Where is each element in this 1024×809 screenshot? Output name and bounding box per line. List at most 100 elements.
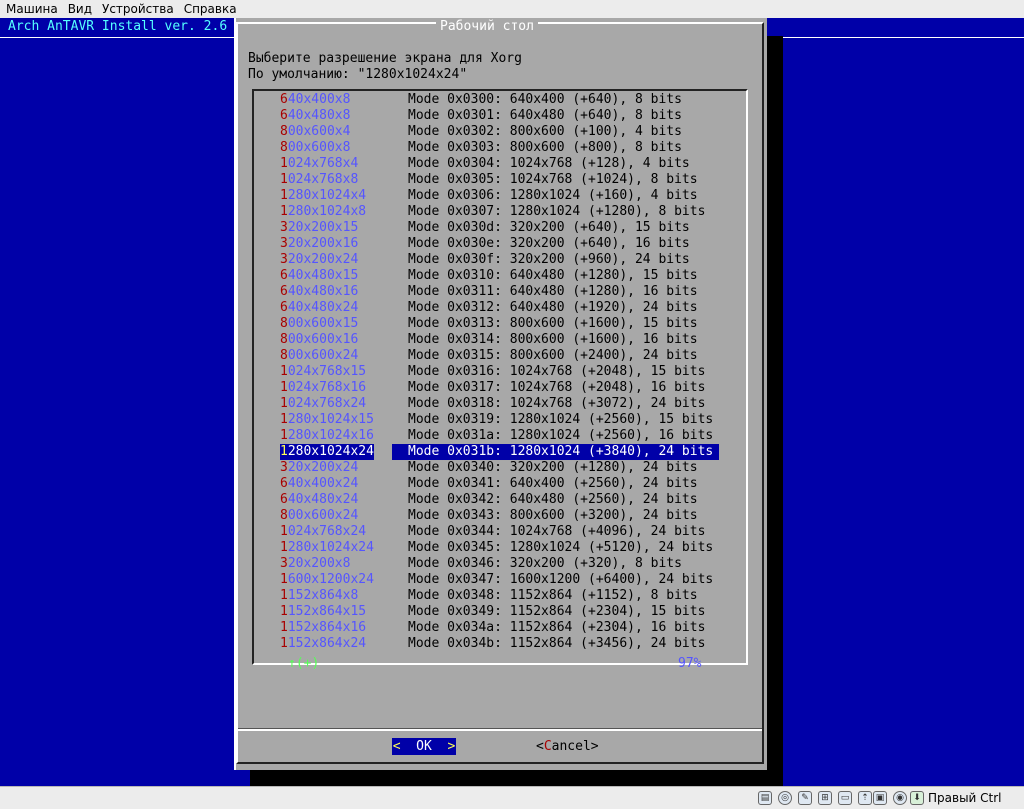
hdd-icon[interactable]: ▤ bbox=[758, 791, 772, 805]
list-item[interactable]: 1280x1024x4 Mode 0x0306: 1280x1024 (+160)… bbox=[0, 188, 1024, 204]
list-item[interactable]: 1152x864x24 Mode 0x034b: 1152x864 (+3456)… bbox=[0, 636, 1024, 652]
mode-description: Mode 0x0347: 1600x1200 (+6400), 24 bits bbox=[408, 572, 714, 587]
dialog-title: Рабочий стол bbox=[436, 18, 538, 35]
mode-tag: 640x480x8 bbox=[280, 108, 350, 124]
mode-tag: 800x600x4 bbox=[280, 124, 350, 140]
list-item[interactable]: 800x600x16 Mode 0x0314: 800x600 (+1600), … bbox=[0, 332, 1024, 348]
mode-description: Mode 0x0304: 1024x768 (+128), 4 bits bbox=[408, 156, 690, 171]
mode-description: Mode 0x0301: 640x480 (+640), 8 bits bbox=[408, 108, 682, 123]
list-item[interactable]: 640x400x8 Mode 0x0300: 640x400 (+640), 8 … bbox=[0, 92, 1024, 108]
mode-description: Mode 0x030d: 320x200 (+640), 15 bits bbox=[408, 220, 690, 235]
mode-tag: 640x480x16 bbox=[280, 284, 358, 300]
mode-tag-hotkey: 1 bbox=[280, 188, 288, 203]
mode-tag-text: 600x1200x24 bbox=[287, 572, 374, 587]
mode-description: Mode 0x0302: 800x600 (+100), 4 bits bbox=[408, 124, 682, 139]
mode-tag-text: 00x600x15 bbox=[287, 316, 359, 331]
list-item[interactable]: 640x480x8 Mode 0x0301: 640x480 (+640), 8 … bbox=[0, 108, 1024, 124]
ok-bracket-left: < bbox=[392, 739, 401, 754]
list-item[interactable]: 1024x768x15 Mode 0x0316: 1024x768 (+2048)… bbox=[0, 364, 1024, 380]
cancel-hotkey: C bbox=[543, 739, 552, 754]
mode-tag: 1280x1024x24 bbox=[280, 444, 374, 460]
mode-tag: 320x200x8 bbox=[280, 556, 350, 572]
mode-description: Mode 0x0303: 800x600 (+800), 8 bits bbox=[408, 140, 682, 155]
menu-bar: Машина Вид Устройства Справка bbox=[0, 0, 1024, 19]
mode-tag-hotkey: 1 bbox=[280, 428, 288, 443]
list-item[interactable]: 640x480x16 Mode 0x0311: 640x480 (+1280), … bbox=[0, 284, 1024, 300]
mode-tag-hotkey: 8 bbox=[280, 140, 288, 155]
list-item[interactable]: 1280x1024x8 Mode 0x0307: 1280x1024 (+1280… bbox=[0, 204, 1024, 220]
cd-icon[interactable]: ◎ bbox=[778, 791, 792, 805]
menu-view[interactable]: Вид bbox=[62, 0, 96, 18]
prompt-line-1: Выберите разрешение экрана для Xorg bbox=[248, 51, 522, 66]
mode-tag: 320x200x16 bbox=[280, 236, 358, 252]
mode-tag-hotkey: 1 bbox=[280, 572, 288, 587]
list-item[interactable]: 320x200x16 Mode 0x030e: 320x200 (+640), 1… bbox=[0, 236, 1024, 252]
mode-tag-text: 20x200x8 bbox=[287, 556, 351, 571]
monitor-icon[interactable]: ▣ bbox=[873, 791, 887, 805]
prompt-line-2: По умолчанию: "1280x1024x24" bbox=[248, 67, 468, 82]
menu-devices[interactable]: Устройства bbox=[96, 0, 178, 18]
ok-button[interactable]: < OK > bbox=[392, 738, 456, 755]
list-item-selected[interactable]: 1280x1024x24 Mode 0x031b: 1280x1024 (+384… bbox=[0, 444, 1024, 460]
status-bar: ▤ ◎ ✎ ⊞ ▭ ⇡ ▣ ◉ ⬇ Правый Ctrl bbox=[0, 786, 1024, 809]
vm-screen[interactable]: Arch AnTAVR Install ver. 2.6 рр Рабочий … bbox=[0, 18, 1024, 786]
list-item[interactable]: 1024x768x16 Mode 0x0317: 1024x768 (+2048)… bbox=[0, 380, 1024, 396]
pen-icon[interactable]: ✎ bbox=[798, 791, 812, 805]
mode-description: Mode 0x034b: 1152x864 (+3456), 24 bits bbox=[408, 636, 706, 651]
mode-tag-hotkey: 6 bbox=[280, 300, 288, 315]
mode-description: Mode 0x030e: 320x200 (+640), 16 bits bbox=[408, 236, 690, 251]
list-item[interactable]: 1280x1024x15 Mode 0x0319: 1280x1024 (+256… bbox=[0, 412, 1024, 428]
arrow-down-icon[interactable]: ⬇ bbox=[910, 791, 924, 805]
list-item[interactable]: 800x600x4 Mode 0x0302: 800x600 (+100), 4 … bbox=[0, 124, 1024, 140]
list-item[interactable]: 1600x1200x24 Mode 0x0347: 1600x1200 (+640… bbox=[0, 572, 1024, 588]
list-item[interactable]: 1024x768x24 Mode 0x0344: 1024x768 (+4096)… bbox=[0, 524, 1024, 540]
list-item[interactable]: 800x600x8 Mode 0x0303: 800x600 (+800), 8 … bbox=[0, 140, 1024, 156]
list-item[interactable]: 800x600x24 Mode 0x0315: 800x600 (+2400), … bbox=[0, 348, 1024, 364]
list-item[interactable]: 1024x768x4 Mode 0x0304: 1024x768 (+128), … bbox=[0, 156, 1024, 172]
list-item[interactable]: 1280x1024x16 Mode 0x031a: 1280x1024 (+256… bbox=[0, 428, 1024, 444]
mode-tag: 1024x768x4 bbox=[280, 156, 358, 172]
mode-tag-hotkey: 1 bbox=[280, 412, 288, 427]
mode-tag-hotkey: 8 bbox=[280, 316, 288, 331]
list-item[interactable]: 800x600x24 Mode 0x0343: 800x600 (+3200), … bbox=[0, 508, 1024, 524]
mode-description: Mode 0x0315: 800x600 (+2400), 24 bits bbox=[408, 348, 698, 363]
list-item[interactable]: 320x200x24 Mode 0x0340: 320x200 (+1280), … bbox=[0, 460, 1024, 476]
host-key-label: Правый Ctrl bbox=[928, 791, 1002, 805]
mode-tag-hotkey: 3 bbox=[280, 252, 288, 267]
list-item[interactable]: 320x200x15 Mode 0x030d: 320x200 (+640), 1… bbox=[0, 220, 1024, 236]
mode-description: Mode 0x0307: 1280x1024 (+1280), 8 bits bbox=[408, 204, 706, 219]
mode-tag-hotkey: 3 bbox=[280, 556, 288, 571]
list-item[interactable]: 1024x768x8 Mode 0x0305: 1024x768 (+1024),… bbox=[0, 172, 1024, 188]
menu-machine[interactable]: Машина bbox=[0, 0, 62, 18]
mode-tag-text: 20x200x24 bbox=[287, 252, 359, 267]
menu-help[interactable]: Справка bbox=[178, 0, 241, 18]
mode-description: Mode 0x0312: 640x480 (+1920), 24 bits bbox=[408, 300, 698, 315]
usb-icon[interactable]: ⇡ bbox=[858, 791, 872, 805]
mode-description: Mode 0x0317: 1024x768 (+2048), 16 bits bbox=[408, 380, 706, 395]
mode-tag-hotkey: 6 bbox=[280, 284, 288, 299]
list-item[interactable]: 640x400x24 Mode 0x0341: 640x400 (+2560), … bbox=[0, 476, 1024, 492]
mode-description: Mode 0x030f: 320x200 (+960), 24 bits bbox=[408, 252, 690, 267]
mode-tag: 1152x864x24 bbox=[280, 636, 366, 652]
cancel-button[interactable]: <Cancel> bbox=[536, 738, 599, 755]
list-item[interactable]: 1152x864x8 Mode 0x0348: 1152x864 (+1152),… bbox=[0, 588, 1024, 604]
mode-tag: 320x200x24 bbox=[280, 252, 358, 268]
list-item[interactable]: 640x480x24 Mode 0x0312: 640x480 (+1920), … bbox=[0, 300, 1024, 316]
list-item[interactable]: 1152x864x16 Mode 0x034a: 1152x864 (+2304)… bbox=[0, 620, 1024, 636]
mode-description: Mode 0x0343: 800x600 (+3200), 24 bits bbox=[408, 508, 698, 523]
mode-tag: 1024x768x24 bbox=[280, 396, 366, 412]
list-item[interactable]: 800x600x15 Mode 0x0313: 800x600 (+1600), … bbox=[0, 316, 1024, 332]
list-item[interactable]: 640x480x24 Mode 0x0342: 640x480 (+2560), … bbox=[0, 492, 1024, 508]
list-item[interactable]: 320x200x8 Mode 0x0346: 320x200 (+320), 8 … bbox=[0, 556, 1024, 572]
list-item[interactable]: 1152x864x15 Mode 0x0349: 1152x864 (+2304)… bbox=[0, 604, 1024, 620]
list-item[interactable]: 1024x768x24 Mode 0x0318: 1024x768 (+3072)… bbox=[0, 396, 1024, 412]
mode-description: Mode 0x031a: 1280x1024 (+2560), 16 bits bbox=[408, 428, 714, 443]
list-item[interactable]: 1280x1024x24 Mode 0x0345: 1280x1024 (+512… bbox=[0, 540, 1024, 556]
list-item[interactable]: 640x480x15 Mode 0x0310: 640x480 (+1280), … bbox=[0, 268, 1024, 284]
folder-icon[interactable]: ▭ bbox=[838, 791, 852, 805]
mode-tag: 1152x864x8 bbox=[280, 588, 358, 604]
mode-tag-text: 40x400x24 bbox=[287, 476, 359, 491]
network-icon[interactable]: ⊞ bbox=[818, 791, 832, 805]
list-item[interactable]: 320x200x24 Mode 0x030f: 320x200 (+960), 2… bbox=[0, 252, 1024, 268]
capture-icon[interactable]: ◉ bbox=[893, 791, 907, 805]
